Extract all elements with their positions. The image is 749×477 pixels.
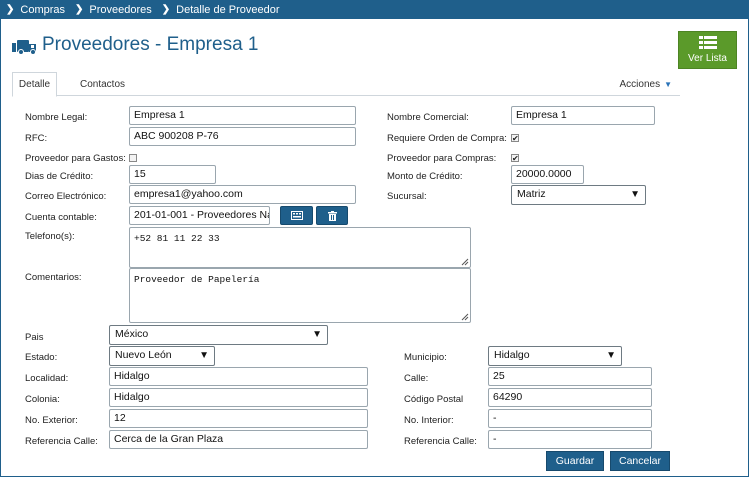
chevron-right-icon: ❯ xyxy=(6,4,15,15)
nombre-comercial-label: Nombre Comercial: xyxy=(387,112,469,123)
codigo-postal-input[interactable]: 64290 xyxy=(488,388,652,407)
referencia-calle-2-label: Referencia Calle: xyxy=(404,436,477,447)
resize-grip-icon[interactable] xyxy=(461,313,469,321)
dropdown-arrow-icon: ▼ xyxy=(199,350,209,361)
cuenta-contable-input[interactable]: 201-01-001 - Proveedores Nacic xyxy=(129,206,270,225)
dias-credito-input[interactable]: 15 xyxy=(129,165,216,184)
dropdown-arrow-icon: ▼ xyxy=(630,189,640,200)
chevron-right-icon: ❯ xyxy=(75,4,84,15)
proveedor-compras-label: Proveedor para Compras: xyxy=(387,153,497,164)
requiere-orden-checkbox[interactable]: ✔ xyxy=(511,134,519,143)
rfc-input[interactable]: ABC 900208 P-76 xyxy=(129,127,356,146)
tab-bar: Detalle Contactos Acciones ▼ xyxy=(12,72,680,97)
ver-lista-button[interactable]: Ver Lista xyxy=(678,31,737,69)
proveedor-gastos-checkbox[interactable] xyxy=(129,154,137,162)
no-exterior-label: No. Exterior: xyxy=(25,415,78,426)
keyboard-icon xyxy=(290,211,303,220)
cancelar-button[interactable]: Cancelar xyxy=(610,451,670,471)
delete-account-button[interactable] xyxy=(316,206,348,225)
correo-input[interactable]: empresa1@yahoo.com xyxy=(129,185,356,204)
municipio-select[interactable]: Hidalgo ▼ xyxy=(488,346,622,366)
sucursal-label: Sucursal: xyxy=(387,191,427,202)
guardar-button[interactable]: Guardar xyxy=(546,451,604,471)
breadcrumb-item-proveedores[interactable]: ❯ Proveedores xyxy=(75,4,152,16)
breadcrumb-item-compras[interactable]: ❯ Compras xyxy=(6,4,65,16)
breadcrumb: ❯ Compras ❯ Proveedores ❯ Detalle de Pro… xyxy=(0,0,749,19)
dias-credito-label: Dias de Crédito: xyxy=(25,171,94,182)
proveedor-compras-checkbox[interactable]: ✔ xyxy=(511,154,519,163)
colonia-label: Colonia: xyxy=(25,394,60,405)
requiere-orden-label: Requiere Orden de Compra: xyxy=(387,133,507,144)
no-interior-label: No. Interior: xyxy=(404,415,454,426)
correo-label: Correo Electrónico: xyxy=(25,191,107,202)
referencia-calle-label: Referencia Calle: xyxy=(25,436,98,447)
calle-label: Calle: xyxy=(404,373,429,384)
calle-input[interactable]: 25 xyxy=(488,367,652,386)
telefonos-label: Telefono(s): xyxy=(25,231,75,242)
resize-grip-icon[interactable] xyxy=(461,258,469,266)
monto-credito-label: Monto de Crédito: xyxy=(387,171,463,182)
acciones-menu[interactable]: Acciones ▼ xyxy=(620,72,673,96)
select-account-button[interactable] xyxy=(280,206,313,225)
caret-down-icon: ▼ xyxy=(664,79,672,89)
pais-select[interactable]: México ▼ xyxy=(109,325,328,345)
sucursal-select[interactable]: Matriz ▼ xyxy=(511,185,646,205)
chevron-right-icon: ❯ xyxy=(161,4,171,15)
proveedor-gastos-label: Proveedor para Gastos: xyxy=(25,153,126,164)
localidad-label: Localidad: xyxy=(25,373,69,384)
nombre-legal-input[interactable]: Empresa 1 xyxy=(129,106,356,125)
codigo-postal-label: Código Postal xyxy=(404,394,464,405)
page-title: Proveedores - Empresa 1 xyxy=(42,34,259,55)
comentarios-label: Comentarios: xyxy=(25,272,82,283)
nombre-comercial-input[interactable]: Empresa 1 xyxy=(511,106,655,125)
nombre-legal-label: Nombre Legal: xyxy=(25,112,88,123)
estado-label: Estado: xyxy=(25,352,58,363)
colonia-input[interactable]: Hidalgo xyxy=(109,388,368,407)
list-icon xyxy=(698,36,717,49)
tab-detalle[interactable]: Detalle xyxy=(12,72,57,97)
referencia-calle-2-input[interactable]: - xyxy=(488,430,652,449)
no-exterior-input[interactable]: 12 xyxy=(109,409,368,428)
estado-select[interactable]: Nuevo León ▼ xyxy=(109,346,215,366)
dropdown-arrow-icon: ▼ xyxy=(312,329,322,340)
tab-contactos[interactable]: Contactos xyxy=(70,72,135,97)
dropdown-arrow-icon: ▼ xyxy=(606,350,616,361)
rfc-label: RFC: xyxy=(25,133,48,144)
pais-label: Pais xyxy=(25,332,44,343)
cuenta-contable-label: Cuenta contable: xyxy=(25,212,97,223)
comentarios-textarea[interactable]: Proveedor de Papelería xyxy=(129,268,471,323)
monto-credito-input[interactable]: 20000.0000 xyxy=(511,165,584,184)
localidad-input[interactable]: Hidalgo xyxy=(109,367,368,386)
municipio-label: Municipio: xyxy=(404,352,447,363)
breadcrumb-item-detalle: ❯ Detalle de Proveedor xyxy=(161,3,280,16)
telefonos-textarea[interactable]: +52 81 11 22 33 xyxy=(129,227,471,268)
referencia-calle-input[interactable]: Cerca de la Gran Plaza xyxy=(109,430,368,449)
trash-icon xyxy=(327,210,337,221)
no-interior-input[interactable]: - xyxy=(488,409,652,428)
supplier-truck-icon xyxy=(12,40,36,55)
